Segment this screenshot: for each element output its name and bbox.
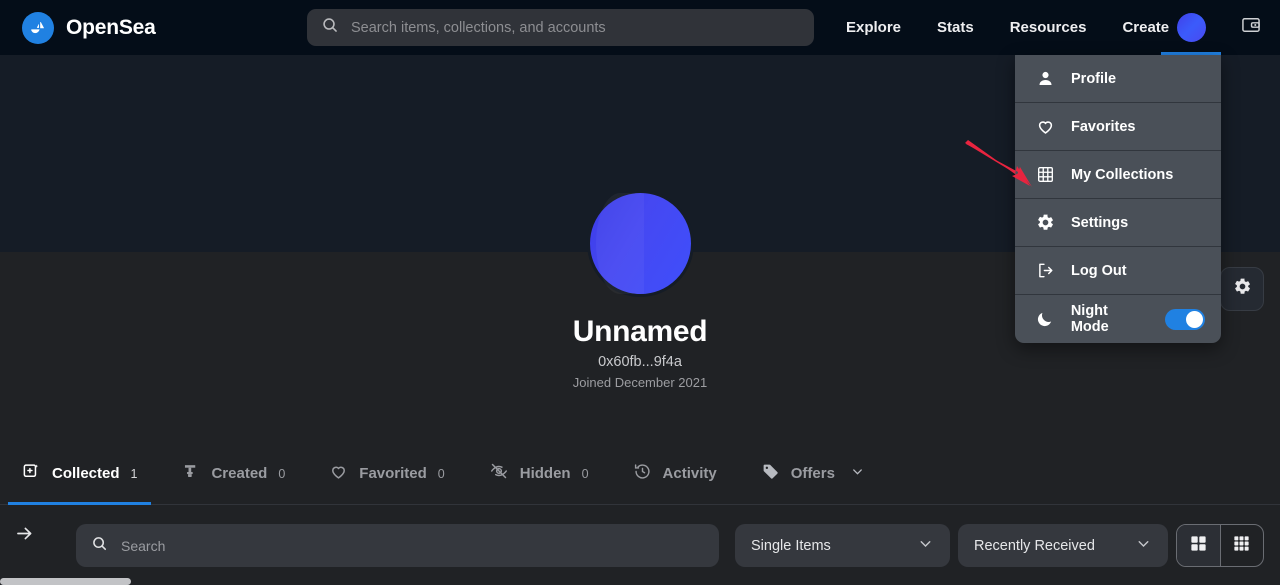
heart-icon bbox=[329, 462, 348, 486]
dropdown-item-label: Log Out bbox=[1071, 262, 1127, 279]
sort-filter[interactable]: Recently Received bbox=[958, 524, 1168, 567]
dropdown-item-night-mode[interactable]: Night Mode bbox=[1015, 295, 1221, 343]
main-nav: Explore Stats Resources Create bbox=[828, 0, 1187, 55]
grid-4-icon bbox=[1189, 534, 1208, 558]
dropdown-item-label: Night Mode bbox=[1070, 303, 1109, 335]
profile-settings-button[interactable] bbox=[1220, 267, 1264, 311]
wallet-icon bbox=[1240, 14, 1262, 41]
global-search-box[interactable] bbox=[307, 9, 814, 46]
item-search-input[interactable] bbox=[121, 537, 704, 554]
tab-label: Collected bbox=[52, 465, 120, 482]
tab-count: 1 bbox=[130, 466, 138, 481]
account-avatar-button[interactable] bbox=[1161, 0, 1221, 55]
tab-activity[interactable]: Activity bbox=[611, 443, 739, 505]
top-navigation-bar: OpenSea Explore Stats Resources Create bbox=[0, 0, 1280, 55]
global-search-input[interactable] bbox=[351, 19, 800, 36]
dropdown-item-label: My Collections bbox=[1071, 166, 1174, 183]
wallet-button[interactable] bbox=[1228, 0, 1274, 55]
opensea-profile-page: Unnamed 0x60fb...9f4a Joined December 20… bbox=[0, 0, 1280, 585]
grid-9-icon bbox=[1232, 534, 1251, 558]
dropdown-item-label: Profile bbox=[1071, 70, 1117, 87]
tab-label: Favorited bbox=[359, 465, 427, 482]
expand-filters-button[interactable] bbox=[6, 518, 42, 554]
tab-label: Activity bbox=[662, 465, 717, 482]
tab-label: Created bbox=[211, 465, 268, 482]
tab-favorited[interactable]: Favorited 0 bbox=[307, 443, 466, 505]
dropdown-item-profile[interactable]: Profile bbox=[1015, 55, 1221, 103]
tab-created[interactable]: Created 0 bbox=[159, 443, 307, 505]
profile-address[interactable]: 0x60fb...9f4a bbox=[0, 354, 1280, 370]
brand-logo-link[interactable]: OpenSea bbox=[22, 11, 156, 44]
dropdown-item-label: Favorites bbox=[1071, 118, 1136, 135]
gear-icon bbox=[1035, 213, 1055, 232]
night-mode-toggle-knob bbox=[1186, 310, 1203, 328]
dropdown-item-label: Settings bbox=[1071, 214, 1129, 231]
created-stamp-icon bbox=[181, 462, 200, 486]
tab-count: 0 bbox=[437, 466, 445, 481]
tab-hidden[interactable]: Hidden 0 bbox=[467, 443, 611, 505]
brand-name: OpenSea bbox=[66, 15, 156, 39]
dropdown-item-log-out[interactable]: Log Out bbox=[1015, 247, 1221, 295]
sort-filter-value: Recently Received bbox=[974, 537, 1095, 554]
grid-icon bbox=[1035, 165, 1055, 184]
dropdown-item-favorites[interactable]: Favorites bbox=[1015, 103, 1221, 151]
chevron-down-icon bbox=[1135, 535, 1152, 557]
tab-count: 0 bbox=[278, 466, 286, 481]
history-clock-icon bbox=[633, 462, 652, 486]
horizontal-scrollbar-thumb[interactable] bbox=[0, 578, 131, 585]
heart-icon bbox=[1035, 117, 1055, 136]
item-type-filter-value: Single Items bbox=[751, 537, 831, 554]
item-type-filter[interactable]: Single Items bbox=[735, 524, 950, 567]
horizontal-scrollbar[interactable] bbox=[0, 578, 1280, 585]
person-icon bbox=[1035, 69, 1055, 88]
dropdown-item-my-collections[interactable]: My Collections bbox=[1015, 151, 1221, 199]
collected-card-icon bbox=[22, 462, 41, 486]
moon-icon bbox=[1035, 310, 1055, 329]
tab-offers[interactable]: Offers bbox=[739, 443, 887, 505]
search-icon bbox=[91, 535, 108, 557]
profile-avatar[interactable] bbox=[587, 190, 694, 297]
nav-item-stats[interactable]: Stats bbox=[919, 0, 992, 55]
user-avatar bbox=[1176, 13, 1206, 42]
search-icon bbox=[321, 16, 339, 39]
view-mode-toggle bbox=[1176, 524, 1264, 567]
opensea-sailboat-logo-icon bbox=[22, 11, 54, 44]
tag-icon bbox=[761, 462, 780, 486]
chevron-down-icon bbox=[917, 535, 934, 557]
profile-tabs: Collected 1 Created 0 Favorited 0 Hidden… bbox=[0, 443, 1280, 505]
logout-icon bbox=[1035, 261, 1055, 280]
arrow-right-icon bbox=[14, 523, 35, 549]
item-search-box[interactable] bbox=[76, 524, 719, 567]
night-mode-toggle[interactable] bbox=[1165, 308, 1205, 330]
nav-item-explore[interactable]: Explore bbox=[828, 0, 919, 55]
profile-joined-date: Joined December 2021 bbox=[572, 375, 708, 390]
view-mode-small-grid-button[interactable] bbox=[1220, 525, 1263, 566]
account-dropdown-menu: Profile Favorites My Collections Setting… bbox=[1015, 55, 1221, 343]
dropdown-item-settings[interactable]: Settings bbox=[1015, 199, 1221, 247]
nav-item-resources[interactable]: Resources bbox=[992, 0, 1105, 55]
tab-count: 0 bbox=[581, 466, 589, 481]
eye-off-icon bbox=[489, 461, 509, 486]
tab-label: Hidden bbox=[519, 465, 571, 482]
chevron-down-icon bbox=[850, 464, 865, 484]
view-mode-large-grid-button[interactable] bbox=[1177, 525, 1220, 566]
tab-collected[interactable]: Collected 1 bbox=[0, 443, 159, 505]
gear-icon bbox=[1233, 277, 1252, 301]
tab-label: Offers bbox=[790, 465, 835, 482]
